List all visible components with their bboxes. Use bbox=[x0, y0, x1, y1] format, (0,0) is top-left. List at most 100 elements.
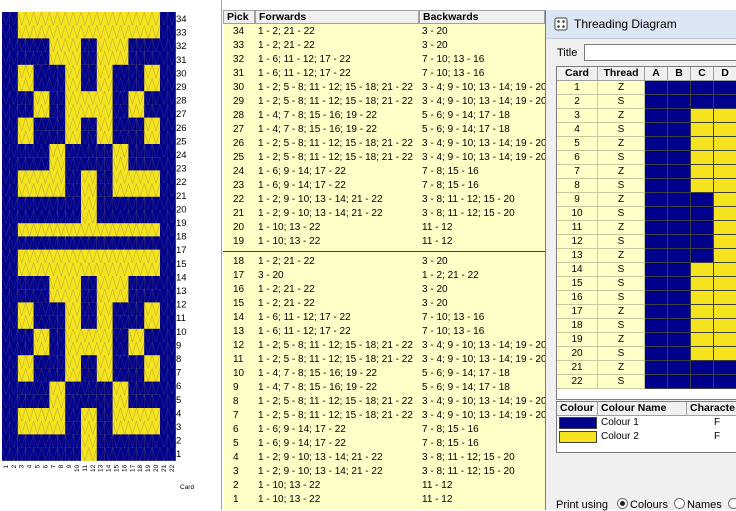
pick-row[interactable]: 27 1 - 4; 7 - 8; 15 - 16; 19 - 22 5 - 6; 9… bbox=[223, 123, 545, 137]
pick-row[interactable]: 16 1 - 2; 21 - 22 3 - 20 bbox=[223, 283, 545, 297]
pick-row[interactable]: 3 1 - 2; 9 - 10; 13 - 14; 21 - 22 3 - 8; 1… bbox=[223, 465, 545, 479]
hole-a-swatch[interactable] bbox=[645, 109, 668, 123]
pick-row[interactable]: 34 1 - 2; 21 - 22 3 - 20 bbox=[223, 25, 545, 39]
pick-row[interactable]: 7 1 - 2; 5 - 8; 11 - 12; 15 - 18; 21 - 22… bbox=[223, 409, 547, 423]
hole-c-swatch[interactable] bbox=[691, 333, 714, 347]
title-input[interactable] bbox=[584, 44, 736, 61]
pick-row[interactable]: 29 1 - 2; 5 - 8; 11 - 12; 15 - 18; 21 - 2… bbox=[223, 95, 547, 109]
hole-d-swatch[interactable] bbox=[714, 277, 736, 291]
hole-d-swatch[interactable] bbox=[714, 375, 736, 389]
hole-a-swatch[interactable] bbox=[645, 319, 668, 333]
hole-a-swatch[interactable] bbox=[645, 375, 668, 389]
hole-b-swatch[interactable] bbox=[668, 137, 691, 151]
pick-row[interactable]: 2 1 - 10; 13 - 22 11 - 12 bbox=[223, 479, 545, 493]
pick-row[interactable]: 24 1 - 6; 9 - 14; 17 - 22 7 - 8; 15 - 16 bbox=[223, 165, 545, 179]
hole-c-swatch[interactable] bbox=[691, 123, 714, 137]
hole-c-swatch[interactable] bbox=[691, 277, 714, 291]
pick-row[interactable]: 30 1 - 2; 5 - 8; 11 - 12; 15 - 18; 21 - 2… bbox=[223, 81, 547, 95]
pick-row[interactable]: 26 1 - 2; 5 - 8; 11 - 12; 15 - 18; 21 - 2… bbox=[223, 137, 547, 151]
print-colours-radio[interactable]: Colours bbox=[611, 498, 668, 511]
hole-a-swatch[interactable] bbox=[645, 361, 668, 375]
colour-swatch[interactable] bbox=[559, 417, 597, 429]
pick-row[interactable]: 21 1 - 2; 9 - 10; 13 - 14; 21 - 22 3 - 8; … bbox=[223, 207, 545, 221]
hole-b-swatch[interactable] bbox=[668, 179, 691, 193]
hole-d-swatch[interactable] bbox=[714, 305, 736, 319]
colour-name[interactable]: Colour 1 bbox=[598, 416, 687, 430]
hole-c-swatch[interactable] bbox=[691, 109, 714, 123]
thread-direction[interactable]: Z bbox=[598, 305, 645, 319]
pick-row[interactable]: 5 1 - 6; 9 - 14; 17 - 22 7 - 8; 15 - 16 bbox=[223, 437, 545, 451]
pick-row[interactable]: 14 1 - 6; 11 - 12; 17 - 22 7 - 10; 13 - 16 bbox=[223, 311, 545, 325]
pick-row[interactable]: 1 1 - 10; 13 - 22 11 - 12 bbox=[223, 493, 545, 507]
pick-row[interactable]: 17 3 - 20 1 - 2; 21 - 22 bbox=[223, 269, 545, 283]
hole-b-swatch[interactable] bbox=[668, 109, 691, 123]
hole-c-swatch[interactable] bbox=[691, 319, 714, 333]
hole-b-swatch[interactable] bbox=[668, 249, 691, 263]
hole-d-swatch[interactable] bbox=[714, 193, 736, 207]
hole-b-swatch[interactable] bbox=[668, 95, 691, 109]
pick-row[interactable]: 25 1 - 2; 5 - 8; 11 - 12; 15 - 18; 21 - 2… bbox=[223, 151, 547, 165]
hole-d-swatch[interactable] bbox=[714, 109, 736, 123]
hole-d-swatch[interactable] bbox=[714, 347, 736, 361]
pick-row[interactable]: 4 1 - 2; 9 - 10; 13 - 14; 21 - 22 3 - 8; 1… bbox=[223, 451, 545, 465]
column-header-forwards[interactable]: Forwards bbox=[255, 10, 419, 24]
column-header-hole-b[interactable]: B bbox=[668, 67, 691, 81]
hole-a-swatch[interactable] bbox=[645, 95, 668, 109]
thread-direction[interactable]: S bbox=[598, 319, 645, 333]
pick-row[interactable]: 20 1 - 10; 13 - 22 11 - 12 bbox=[223, 221, 545, 235]
hole-b-swatch[interactable] bbox=[668, 305, 691, 319]
hole-d-swatch[interactable] bbox=[714, 291, 736, 305]
hole-d-swatch[interactable] bbox=[714, 249, 736, 263]
hole-b-swatch[interactable] bbox=[668, 165, 691, 179]
hole-d-swatch[interactable] bbox=[714, 235, 736, 249]
hole-c-swatch[interactable] bbox=[691, 151, 714, 165]
hole-c-swatch[interactable] bbox=[691, 179, 714, 193]
hole-a-swatch[interactable] bbox=[645, 137, 668, 151]
column-header-colour-name[interactable]: Colour Name bbox=[598, 402, 687, 416]
hole-a-swatch[interactable] bbox=[645, 291, 668, 305]
thread-direction[interactable]: Z bbox=[598, 333, 645, 347]
print-names-radio[interactable]: Names bbox=[668, 498, 722, 511]
column-header-hole-c[interactable]: C bbox=[691, 67, 714, 81]
thread-direction[interactable]: S bbox=[598, 151, 645, 165]
column-header-colour[interactable]: Colour bbox=[557, 402, 598, 416]
pick-row[interactable]: 32 1 - 6; 11 - 12; 17 - 22 7 - 10; 13 - 16 bbox=[223, 53, 545, 67]
hole-c-swatch[interactable] bbox=[691, 235, 714, 249]
hole-b-swatch[interactable] bbox=[668, 375, 691, 389]
column-header-thread[interactable]: Thread bbox=[598, 67, 645, 81]
hole-b-swatch[interactable] bbox=[668, 277, 691, 291]
hole-c-swatch[interactable] bbox=[691, 291, 714, 305]
hole-a-swatch[interactable] bbox=[645, 333, 668, 347]
hole-b-swatch[interactable] bbox=[668, 291, 691, 305]
hole-a-swatch[interactable] bbox=[645, 221, 668, 235]
thread-direction[interactable]: Z bbox=[598, 109, 645, 123]
hole-b-swatch[interactable] bbox=[668, 235, 691, 249]
hole-d-swatch[interactable] bbox=[714, 179, 736, 193]
hole-a-swatch[interactable] bbox=[645, 81, 668, 95]
thread-direction[interactable]: Z bbox=[598, 221, 645, 235]
column-header-hole-d[interactable]: D bbox=[714, 67, 736, 81]
hole-c-swatch[interactable] bbox=[691, 95, 714, 109]
hole-d-swatch[interactable] bbox=[714, 151, 736, 165]
hole-a-swatch[interactable] bbox=[645, 193, 668, 207]
hole-c-swatch[interactable] bbox=[691, 263, 714, 277]
thread-direction[interactable]: S bbox=[598, 277, 645, 291]
hole-a-swatch[interactable] bbox=[645, 179, 668, 193]
hole-d-swatch[interactable] bbox=[714, 81, 736, 95]
pick-row[interactable]: 22 1 - 2; 9 - 10; 13 - 14; 21 - 22 3 - 8; … bbox=[223, 193, 545, 207]
hole-c-swatch[interactable] bbox=[691, 193, 714, 207]
hole-b-swatch[interactable] bbox=[668, 347, 691, 361]
thread-direction[interactable]: S bbox=[598, 375, 645, 389]
pick-row[interactable]: 9 1 - 4; 7 - 8; 15 - 16; 19 - 22 5 - 6; 9 … bbox=[223, 381, 545, 395]
hole-b-swatch[interactable] bbox=[668, 361, 691, 375]
pick-row[interactable]: 31 1 - 6; 11 - 12; 17 - 22 7 - 10; 13 - 16 bbox=[223, 67, 545, 81]
pick-row[interactable]: 18 1 - 2; 21 - 22 3 - 20 bbox=[223, 255, 545, 269]
column-header-card[interactable]: Card bbox=[557, 67, 598, 81]
pick-row[interactable]: 13 1 - 6; 11 - 12; 17 - 22 7 - 10; 13 - 16 bbox=[223, 325, 545, 339]
thread-direction[interactable]: S bbox=[598, 207, 645, 221]
pick-row[interactable]: 6 1 - 6; 9 - 14; 17 - 22 7 - 8; 15 - 16 bbox=[223, 423, 545, 437]
thread-direction[interactable]: S bbox=[598, 123, 645, 137]
thread-direction[interactable]: S bbox=[598, 263, 645, 277]
hole-b-swatch[interactable] bbox=[668, 263, 691, 277]
column-header-backwards[interactable]: Backwards bbox=[419, 10, 545, 24]
